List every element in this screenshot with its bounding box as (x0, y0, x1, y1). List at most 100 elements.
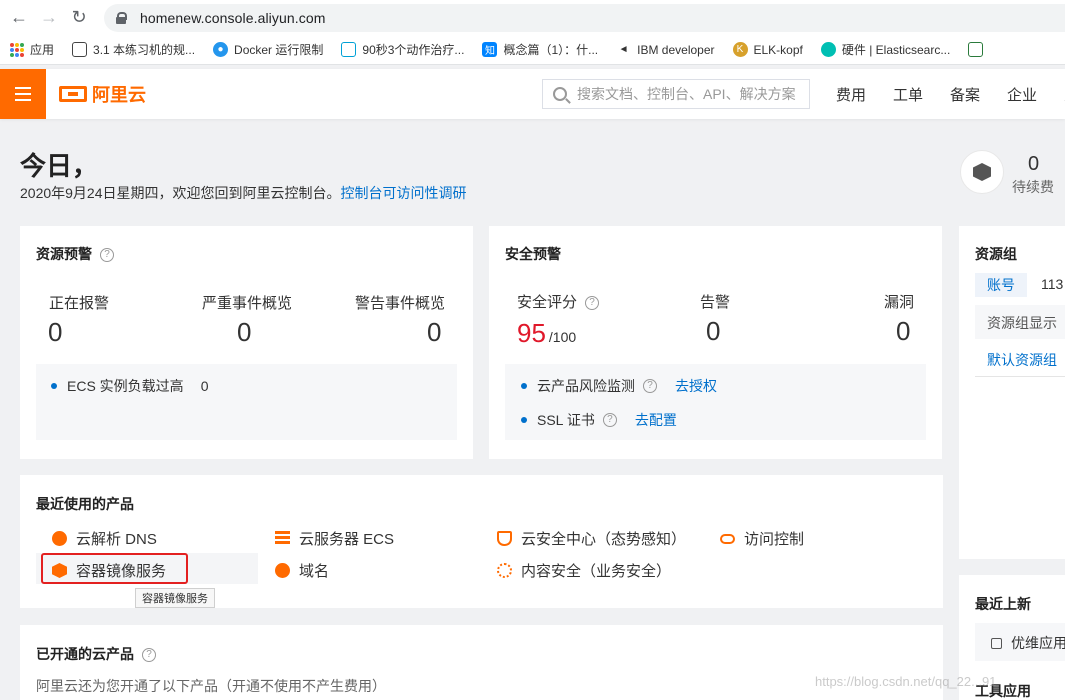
reload-icon[interactable]: ↻ (68, 7, 90, 29)
stat-value[interactable]: 0 (237, 317, 251, 348)
header-link-icp[interactable]: 备案 (950, 84, 980, 105)
lock-icon (116, 12, 127, 24)
aliyun-logo[interactable]: 阿里云 (59, 81, 146, 107)
account-tag: 账号 (975, 273, 1027, 297)
vuln-value[interactable]: 0 (896, 316, 910, 347)
account-id: 113 (1041, 276, 1064, 292)
server-icon (275, 531, 290, 546)
configure-link[interactable]: 去配置 (635, 410, 677, 430)
header-link-fees[interactable]: 费用 (836, 84, 866, 105)
bilibili-icon (341, 42, 357, 57)
book-icon (72, 42, 88, 57)
elastic-icon (820, 42, 836, 57)
stat-label: 正在报警 (49, 295, 110, 312)
survey-link[interactable]: 控制台可访问性调研 (341, 185, 467, 201)
bookmark-item[interactable]: 硬件 | Elasticsearc... (820, 41, 950, 58)
box-icon (973, 163, 991, 181)
security-alert-card: 安全预警 安全评分? 95/100 告警 0 漏洞 0 云产品风险监测 ? 去授… (489, 226, 942, 459)
card-title: 已开通的云产品? (36, 644, 156, 664)
browser-toolbar: ← → ↻ homenew.console.aliyun.com (0, 0, 1065, 35)
product-ram[interactable]: 访问控制 (720, 528, 804, 549)
help-icon[interactable]: ? (643, 379, 657, 393)
help-icon[interactable]: ? (585, 296, 600, 311)
bullet-icon (521, 383, 527, 389)
security-item: 云产品风险监测 ? 去授权 (521, 376, 717, 396)
stat-value[interactable]: 0 (427, 317, 441, 348)
security-score-label: 安全评分? (517, 291, 600, 312)
vuln-label: 漏洞 (884, 294, 915, 311)
resource-group-card: 资源组 账号 113 资源组显示 默认资源组 (959, 226, 1065, 559)
bookmark-item[interactable]: K ELK-kopf (732, 42, 803, 57)
resource-alert-card: 资源预警? 正在报警 0 严重事件概览 0 警告事件概览 0 ECS 实例负载过… (20, 226, 473, 459)
bullet-icon (521, 417, 527, 423)
stat-value[interactable]: 0 (48, 317, 62, 348)
network-icon (497, 563, 512, 578)
kopf-icon: K (732, 42, 748, 57)
bookmark-infoq[interactable] (968, 42, 989, 57)
card-title: 最近使用的产品 (36, 496, 134, 512)
app-icon (991, 637, 1002, 649)
menu-icon[interactable] (0, 69, 46, 119)
renewal-button[interactable] (960, 150, 1004, 194)
bullet-icon (51, 383, 57, 389)
pending-fee-count: 0 (1028, 153, 1040, 175)
shield-icon (497, 531, 512, 546)
stat-label: 严重事件概览 (202, 295, 293, 312)
opened-products-card: 已开通的云产品? 阿里云还为您开通了以下产品（开通不使用不产生费用） (20, 625, 943, 700)
watermark: https://blog.csdn.net/qq_22...91 (815, 674, 997, 689)
back-arrow-icon[interactable]: ← (8, 7, 30, 29)
bookmark-apps[interactable]: 应用 (10, 41, 54, 58)
url-text: homenew.console.aliyun.com (140, 10, 326, 26)
bookmark-item[interactable]: 知 概念篇（1）：什... (482, 41, 598, 58)
search-icon (553, 87, 567, 101)
alert-item[interactable]: ECS 实例负载过高 0 (51, 376, 208, 396)
product-dns[interactable]: 云解析 DNS (52, 528, 157, 549)
resource-group-display[interactable]: 资源组显示 (987, 313, 1057, 333)
search-box[interactable] (542, 79, 810, 109)
product-ecs[interactable]: 云服务器 ECS (275, 528, 394, 549)
default-resource-group-link[interactable]: 默认资源组 (987, 350, 1057, 370)
header-links: 费用 工单 备案 企业 支 (836, 69, 1065, 119)
help-icon[interactable]: ? (602, 413, 617, 427)
latest-item[interactable]: 优维应用 (991, 633, 1065, 653)
console-header: 阿里云 费用 工单 备案 企业 支 (0, 69, 1065, 119)
docker-icon: ● (213, 42, 229, 57)
authorize-link[interactable]: 去授权 (675, 376, 717, 396)
divider (975, 376, 1065, 377)
welcome-subtitle: 2020年9月24日星期四，欢迎您回到阿里云控制台。控制台可访问性调研 (20, 185, 467, 201)
help-icon[interactable]: ? (100, 248, 114, 263)
search-input[interactable] (577, 86, 807, 102)
product-content-security[interactable]: 内容安全（业务安全） (497, 560, 671, 581)
product-domain[interactable]: 域名 (275, 560, 329, 581)
bookmarks-bar: 应用 3.1 本练习机的规... ● Docker 运行限制 90秒3个动作治疗… (0, 35, 1065, 65)
product-tooltip: 容器镜像服务 (135, 588, 215, 608)
header-link-tickets[interactable]: 工单 (893, 84, 923, 105)
opened-products-subtitle: 阿里云还为您开通了以下产品（开通不使用不产生费用） (36, 678, 386, 694)
dns-icon (52, 531, 67, 546)
bookmark-item[interactable]: 90秒3个动作治疗... (341, 41, 464, 58)
zhihu-icon: 知 (482, 42, 498, 57)
aliyun-logo-icon (59, 86, 87, 102)
card-title: 安全预警 (505, 246, 561, 262)
card-title: 资源预警? (36, 244, 114, 264)
address-bar[interactable]: homenew.console.aliyun.com (104, 4, 1065, 32)
stat-label: 警告事件概览 (355, 295, 446, 312)
globe-icon (275, 563, 290, 578)
alarm-value[interactable]: 0 (706, 316, 720, 347)
forward-arrow-icon[interactable]: → (38, 7, 60, 29)
security-score[interactable]: 95/100 (517, 318, 576, 349)
product-security-center[interactable]: 云安全中心（态势感知） (497, 528, 686, 549)
highlight-annotation (41, 553, 188, 584)
cloud-icon (720, 533, 735, 544)
infoq-icon (968, 42, 984, 57)
bookmark-item[interactable]: 3.1 本练习机的规... (72, 41, 195, 58)
alarm-label: 告警 (700, 294, 731, 311)
help-icon[interactable]: ? (142, 648, 156, 663)
pending-fee-label[interactable]: 待续费 (1012, 177, 1054, 197)
card-title: 资源组 (975, 246, 1017, 262)
header-link-enterprise[interactable]: 企业 (1007, 84, 1037, 105)
card-title: 最近上新 (975, 596, 1031, 612)
bookmark-item[interactable]: ◄ IBM developer (616, 42, 715, 57)
ibm-icon: ◄ (616, 42, 632, 57)
bookmark-item[interactable]: ● Docker 运行限制 (213, 41, 323, 58)
